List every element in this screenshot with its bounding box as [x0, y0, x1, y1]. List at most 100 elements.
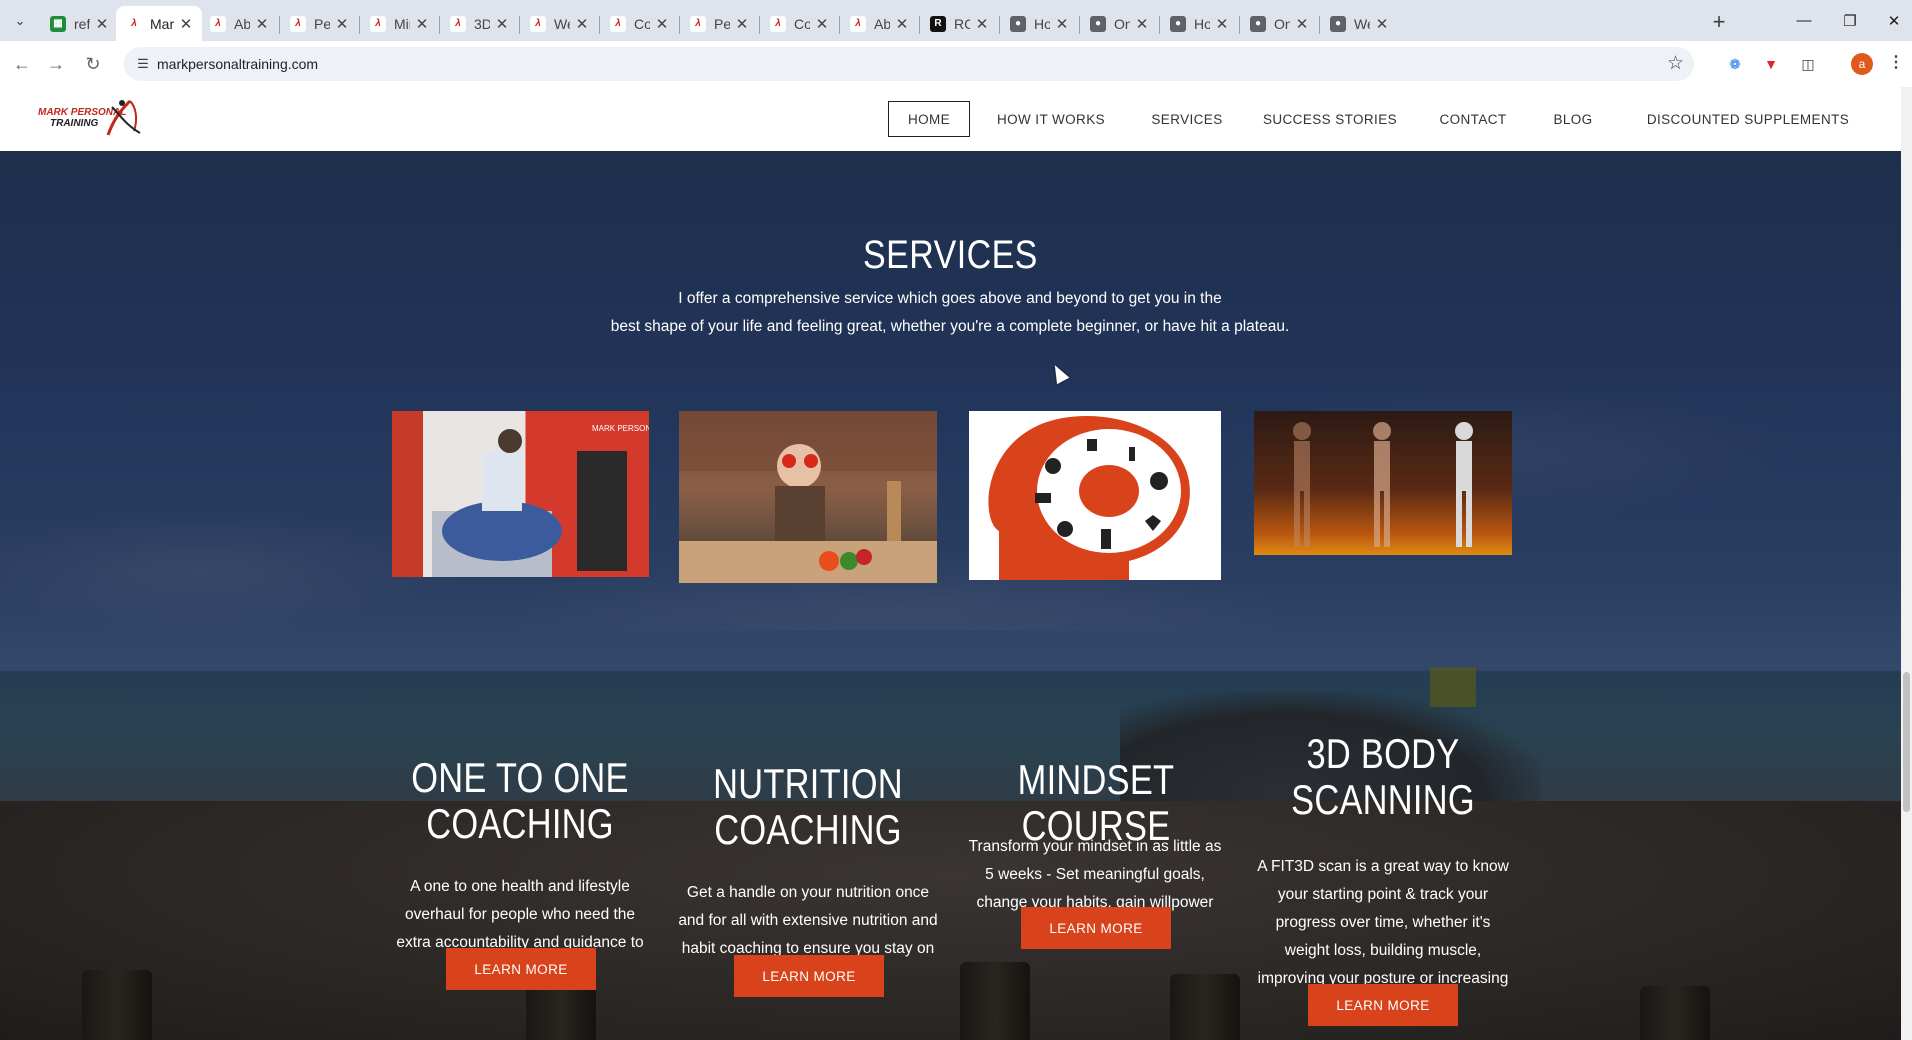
mpt-logo-icon: λ [610, 15, 626, 32]
extensions-puzzle-icon[interactable]: ◫ [1797, 53, 1819, 75]
sheets-icon: ▦ [50, 15, 66, 32]
tab-separator [519, 16, 520, 34]
close-tab-icon[interactable]: ✕ [1134, 15, 1150, 33]
site-icon: ● [1330, 15, 1346, 32]
browser-tab[interactable]: R RCot✕ [920, 6, 998, 41]
browser-menu-icon[interactable]: ⋮ [1888, 52, 1904, 72]
extension-icon[interactable]: ❁ [1724, 53, 1746, 75]
close-tab-icon[interactable]: ✕ [974, 15, 990, 33]
browser-tab[interactable]: ▦ ref -✕ [40, 6, 118, 41]
back-icon[interactable]: ← [8, 50, 36, 78]
learn-more-button[interactable]: LEARN MORE [734, 955, 884, 997]
close-tab-icon[interactable]: ✕ [734, 15, 750, 33]
browser-tab[interactable]: λ Abou✕ [840, 6, 918, 41]
forward-icon[interactable]: → [42, 50, 70, 78]
brain-head-icon [988, 415, 1190, 580]
close-window-button[interactable]: ✕ [1866, 0, 1912, 41]
background-sign [1430, 667, 1476, 707]
intro-line1: I offer a comprehensive service which go… [678, 290, 1222, 307]
browser-tab[interactable]: λ Perso✕ [680, 6, 758, 41]
mpt-logo-icon: λ [850, 15, 866, 32]
browser-tab[interactable]: ● How✕ [1160, 6, 1238, 41]
nav-discounted-supplements[interactable]: DISCOUNTED SUPPLEMENTS [1624, 101, 1872, 137]
browser-tab[interactable]: ● Onlin✕ [1080, 6, 1158, 41]
close-tab-icon[interactable]: ✕ [94, 15, 110, 33]
card-title-line2: COACHING [714, 806, 902, 853]
close-tab-icon[interactable]: ✕ [334, 15, 350, 33]
close-tab-icon[interactable]: ✕ [494, 15, 510, 33]
site-icon: ● [1170, 15, 1186, 32]
tab-title: ref - [74, 15, 90, 32]
profile-avatar[interactable]: a [1851, 53, 1873, 75]
nav-how-it-works[interactable]: HOW IT WORKS [981, 101, 1121, 137]
background-clouds [0, 151, 1901, 631]
nav-success-stories[interactable]: SUCCESS STORIES [1250, 101, 1410, 137]
tab-separator [1319, 16, 1320, 34]
tab-title: Perso [714, 15, 730, 32]
scrollbar-thumb[interactable] [1903, 672, 1910, 812]
nav-contact[interactable]: CONTACT [1423, 101, 1523, 137]
close-tab-icon[interactable]: ✕ [814, 15, 830, 33]
tab-title: Mind [394, 15, 410, 32]
tab-title: Cont [634, 15, 650, 32]
browser-tab[interactable]: λ Cont✕ [600, 6, 678, 41]
close-tab-icon[interactable]: ✕ [178, 15, 194, 33]
tab-search-icon[interactable]: ⌄ [8, 9, 32, 33]
nav-blog[interactable]: BLOG [1536, 101, 1610, 137]
close-tab-icon[interactable]: ✕ [1054, 15, 1070, 33]
card-title-line1: 3D BODY [1306, 730, 1460, 777]
browser-tab[interactable]: λ Perso✕ [280, 6, 358, 41]
shield-extension-icon[interactable]: ▼ [1760, 53, 1782, 75]
browser-tab[interactable]: λ 3D b✕ [440, 6, 518, 41]
tab-separator [1159, 16, 1160, 34]
tab-separator [679, 16, 680, 34]
groyne-post [960, 962, 1030, 1040]
tab-separator [919, 16, 920, 34]
browser-tab[interactable]: λ Abou✕ [200, 6, 278, 41]
tab-title: Onlin [1114, 15, 1130, 32]
page-scrollbar[interactable] [1901, 87, 1912, 1040]
browser-tab[interactable]: λ Mind✕ [360, 6, 438, 41]
browser-toolbar: ← → ↻ ☰ markpersonaltraining.com ☆ ❁ ▼ ◫… [0, 41, 1912, 87]
tab-title: Hom [1034, 15, 1050, 32]
close-tab-icon[interactable]: ✕ [574, 15, 590, 33]
browser-tab[interactable]: λ Weig✕ [520, 6, 598, 41]
browser-tab[interactable]: ● Onli✕ [1240, 6, 1318, 41]
address-bar[interactable]: ☰ markpersonaltraining.com ☆ [124, 47, 1694, 81]
learn-more-button[interactable]: LEARN MORE [1308, 984, 1458, 1026]
tab-title: Cont [794, 15, 810, 32]
site-settings-icon[interactable]: ☰ [134, 55, 152, 73]
page-viewport: MARK PERSONAL TRAINING HOME HOW IT WORKS S… [0, 87, 1901, 1040]
bookmark-star-icon[interactable]: ☆ [1667, 52, 1684, 75]
site-logo[interactable]: MARK PERSONAL TRAINING [38, 97, 144, 139]
nav-home[interactable]: HOME [888, 101, 970, 137]
close-tab-icon[interactable]: ✕ [1374, 15, 1390, 33]
mpt-logo-icon: λ [530, 15, 546, 32]
tab-title: Onli [1274, 15, 1290, 32]
close-tab-icon[interactable]: ✕ [414, 15, 430, 33]
tab-title: Mark [150, 15, 174, 32]
reload-icon[interactable]: ↻ [79, 50, 107, 78]
learn-more-button[interactable]: LEARN MORE [1021, 907, 1171, 949]
close-tab-icon[interactable]: ✕ [1294, 15, 1310, 33]
card-title: 3D BODY SCANNING [1245, 731, 1521, 823]
site-icon: ● [1090, 15, 1106, 32]
browser-tab[interactable]: λ Cont✕ [760, 6, 838, 41]
site-header: MARK PERSONAL TRAINING HOME HOW IT WORKS S… [0, 87, 1901, 151]
browser-tab[interactable]: ● Weel✕ [1320, 6, 1398, 41]
tab-title: RCot [954, 15, 970, 32]
mpt-logo-icon: λ [370, 15, 386, 32]
close-tab-icon[interactable]: ✕ [894, 15, 910, 33]
nav-services[interactable]: SERVICES [1135, 101, 1239, 137]
browser-tab[interactable]: ● Hom✕ [1000, 6, 1078, 41]
site-icon: ● [1250, 15, 1266, 32]
tab-separator [999, 16, 1000, 34]
browser-tab[interactable]: λ Mark✕ [116, 6, 202, 41]
close-tab-icon[interactable]: ✕ [1214, 15, 1230, 33]
learn-more-button[interactable]: LEARN MORE [446, 948, 596, 990]
tab-separator [279, 16, 280, 34]
close-tab-icon[interactable]: ✕ [254, 15, 270, 33]
close-tab-icon[interactable]: ✕ [654, 15, 670, 33]
url-text[interactable]: markpersonaltraining.com [157, 56, 318, 72]
new-tab-button[interactable]: + [1705, 8, 1733, 36]
